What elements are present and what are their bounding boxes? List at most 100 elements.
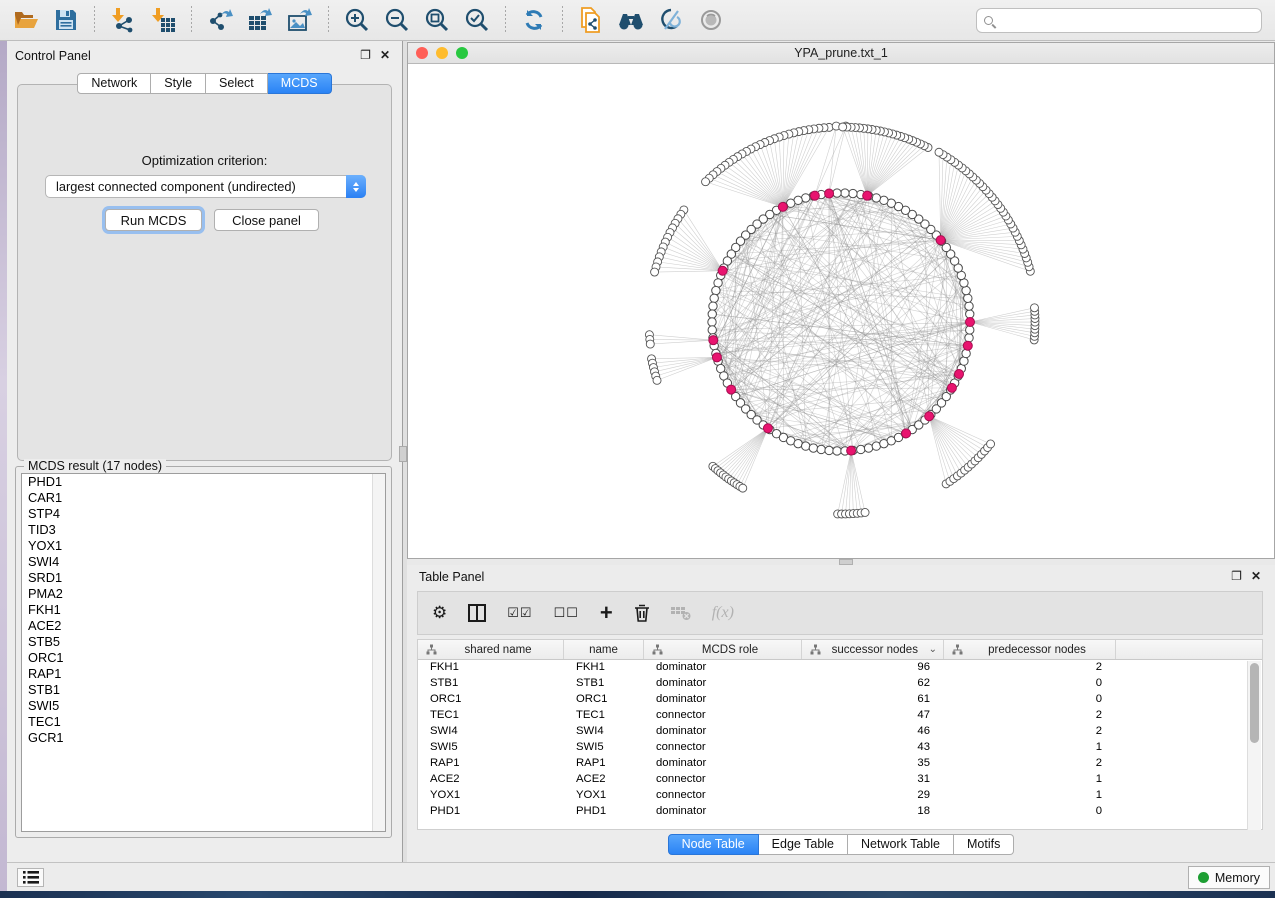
cell-MCDS-role[interactable]: dominator — [644, 676, 802, 692]
tab-edge-table[interactable]: Edge Table — [759, 834, 848, 855]
cell-shared-name[interactable]: STB1 — [418, 676, 564, 692]
import-table-button[interactable] — [146, 4, 180, 36]
network-window-titlebar[interactable]: YPA_prune.txt_1 — [408, 43, 1274, 64]
cell-shared-name[interactable]: YOX1 — [418, 788, 564, 804]
cell-successor-nodes[interactable]: 31 — [802, 772, 944, 788]
mcds-result-item[interactable]: ORC1 — [22, 650, 385, 666]
cell-predecessor-nodes[interactable]: 1 — [944, 788, 1116, 804]
cell-predecessor-nodes[interactable]: 1 — [944, 772, 1116, 788]
tab-style[interactable]: Style — [151, 73, 206, 94]
cell-name[interactable]: STB1 — [564, 676, 644, 692]
cell-MCDS-role[interactable]: connector — [644, 772, 802, 788]
cell-name[interactable]: SWI5 — [564, 740, 644, 756]
refresh-button[interactable] — [517, 4, 551, 36]
cell-shared-name[interactable]: PHD1 — [418, 804, 564, 820]
column-header-name[interactable]: name — [564, 640, 644, 659]
cell-successor-nodes[interactable]: 96 — [802, 660, 944, 676]
result-list-scrollbar[interactable] — [372, 474, 385, 831]
cell-successor-nodes[interactable]: 43 — [802, 740, 944, 756]
zoom-in-button[interactable] — [340, 4, 374, 36]
cell-MCDS-role[interactable]: dominator — [644, 660, 802, 676]
cell-MCDS-role[interactable]: connector — [644, 708, 802, 724]
cell-MCDS-role[interactable]: dominator — [644, 804, 802, 820]
zoom-fit-button[interactable] — [420, 4, 454, 36]
cell-predecessor-nodes[interactable]: 2 — [944, 724, 1116, 740]
cell-successor-nodes[interactable]: 47 — [802, 708, 944, 724]
mcds-result-item[interactable]: RAP1 — [22, 666, 385, 682]
column-header-successor-nodes[interactable]: successor nodes⌄ — [802, 640, 944, 659]
cell-successor-nodes[interactable]: 35 — [802, 756, 944, 772]
table-row[interactable]: FKH1FKH1dominator962 — [418, 660, 1262, 676]
cell-name[interactable]: PHD1 — [564, 804, 644, 820]
cell-name[interactable]: YOX1 — [564, 788, 644, 804]
node-table[interactable]: shared namenameMCDS rolesuccessor nodes⌄… — [417, 639, 1263, 830]
mcds-result-item[interactable]: SWI5 — [22, 698, 385, 714]
tab-network[interactable]: Network — [77, 73, 151, 94]
delete-column-icon[interactable] — [634, 604, 650, 622]
cell-name[interactable]: SWI4 — [564, 724, 644, 740]
zoom-out-button[interactable] — [380, 4, 414, 36]
sort-chevron-icon[interactable]: ⌄ — [929, 644, 937, 655]
mcds-result-item[interactable]: SWI4 — [22, 554, 385, 570]
column-header-MCDS-role[interactable]: MCDS role — [644, 640, 802, 659]
import-network-button[interactable] — [106, 4, 140, 36]
column-header-shared-name[interactable]: shared name — [418, 640, 564, 659]
cell-predecessor-nodes[interactable]: 2 — [944, 660, 1116, 676]
export-image-button[interactable] — [283, 4, 317, 36]
cell-MCDS-role[interactable]: connector — [644, 788, 802, 804]
cell-shared-name[interactable]: FKH1 — [418, 660, 564, 676]
table-row[interactable]: PHD1PHD1dominator180 — [418, 804, 1262, 820]
table-scrollbar-thumb[interactable] — [1250, 663, 1259, 743]
cell-successor-nodes[interactable]: 18 — [802, 804, 944, 820]
cell-successor-nodes[interactable]: 29 — [802, 788, 944, 804]
deselect-all-icon[interactable]: ☐☐ — [554, 605, 579, 621]
mcds-result-item[interactable]: CAR1 — [22, 490, 385, 506]
cell-predecessor-nodes[interactable]: 2 — [944, 756, 1116, 772]
task-history-button[interactable] — [17, 868, 44, 887]
mcds-result-item[interactable]: GCR1 — [22, 730, 385, 746]
cell-predecessor-nodes[interactable]: 0 — [944, 676, 1116, 692]
table-row[interactable]: TEC1TEC1connector472 — [418, 708, 1262, 724]
mcds-result-item[interactable]: STB1 — [22, 682, 385, 698]
cell-shared-name[interactable]: RAP1 — [418, 756, 564, 772]
float-panel-icon[interactable]: ❐ — [1231, 569, 1242, 583]
cell-shared-name[interactable]: SWI4 — [418, 724, 564, 740]
criterion-dropdown[interactable]: largest connected component (undirected) — [45, 175, 366, 198]
cell-name[interactable]: FKH1 — [564, 660, 644, 676]
cell-shared-name[interactable]: SWI5 — [418, 740, 564, 756]
select-all-icon[interactable]: ☑☑ — [507, 605, 532, 621]
cell-MCDS-role[interactable]: dominator — [644, 692, 802, 708]
cell-successor-nodes[interactable]: 62 — [802, 676, 944, 692]
cell-shared-name[interactable]: ORC1 — [418, 692, 564, 708]
split-panel-icon[interactable] — [468, 604, 486, 622]
search-network-button[interactable] — [614, 4, 648, 36]
column-header-predecessor-nodes[interactable]: predecessor nodes — [944, 640, 1116, 659]
zoom-selected-button[interactable] — [460, 4, 494, 36]
table-row[interactable]: RAP1RAP1dominator352 — [418, 756, 1262, 772]
export-table-button[interactable] — [243, 4, 277, 36]
table-row[interactable]: SWI4SWI4dominator462 — [418, 724, 1262, 740]
mcds-result-item[interactable]: STP4 — [22, 506, 385, 522]
table-row[interactable]: STB1STB1dominator620 — [418, 676, 1262, 692]
mcds-result-list[interactable]: PHD1CAR1STP4TID3YOX1SWI4SRD1PMA2FKH1ACE2… — [21, 473, 386, 832]
network-canvas[interactable] — [408, 64, 1274, 558]
cell-name[interactable]: RAP1 — [564, 756, 644, 772]
search-box[interactable] — [976, 8, 1262, 33]
cell-predecessor-nodes[interactable]: 2 — [944, 708, 1116, 724]
table-row[interactable]: ACE2ACE2connector311 — [418, 772, 1262, 788]
mcds-result-item[interactable]: SRD1 — [22, 570, 385, 586]
run-mcds-button[interactable]: Run MCDS — [105, 209, 202, 231]
search-input[interactable] — [993, 11, 1261, 31]
export-network-button[interactable] — [203, 4, 237, 36]
add-column-icon[interactable]: + — [600, 605, 613, 621]
cell-name[interactable]: ORC1 — [564, 692, 644, 708]
open-file-button[interactable] — [9, 4, 43, 36]
cell-predecessor-nodes[interactable]: 0 — [944, 692, 1116, 708]
clone-network-button[interactable] — [574, 4, 608, 36]
float-panel-icon[interactable]: ❐ — [360, 48, 371, 62]
cell-predecessor-nodes[interactable]: 1 — [944, 740, 1116, 756]
mcds-result-item[interactable]: TEC1 — [22, 714, 385, 730]
mcds-result-item[interactable]: ACE2 — [22, 618, 385, 634]
cell-successor-nodes[interactable]: 61 — [802, 692, 944, 708]
tab-select[interactable]: Select — [206, 73, 268, 94]
